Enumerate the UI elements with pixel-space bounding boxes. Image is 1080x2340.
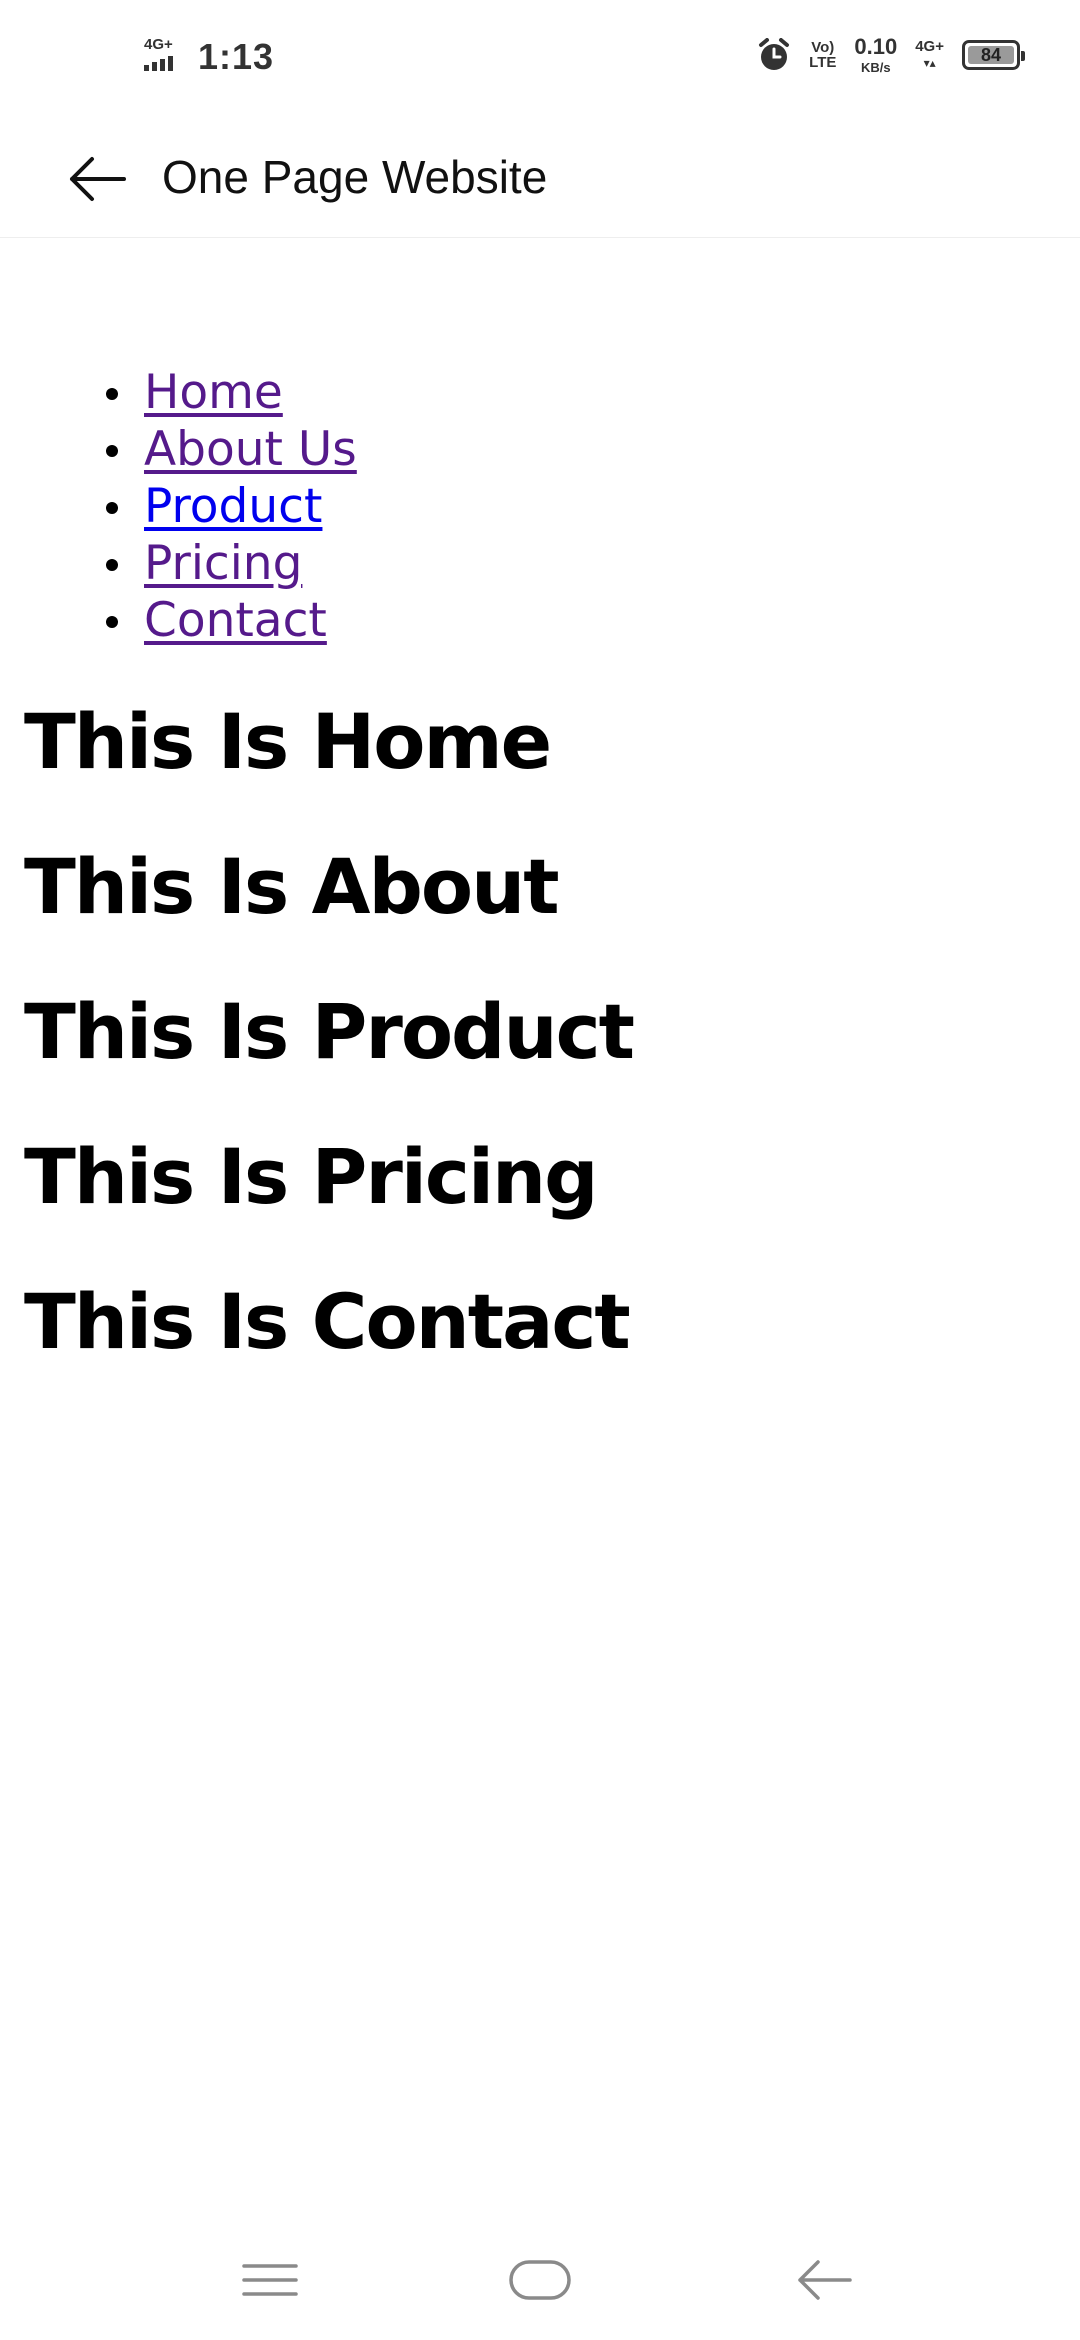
nav-link-contact[interactable]: Contact (144, 593, 327, 648)
clock-time: 1:13 (198, 36, 275, 77)
list-item: Home (0, 364, 357, 421)
menu-icon (242, 2264, 298, 2296)
volte-icon: Vo) LTE (809, 40, 836, 70)
system-nav-bar (0, 2220, 1080, 2340)
signal-icon: 4G+ (144, 37, 184, 77)
heading-contact: This Is Contact (24, 1277, 631, 1366)
nav-link-list: Home About Us Product Pricing Contact (0, 364, 357, 649)
list-item: Pricing (0, 535, 357, 592)
home-icon (509, 2260, 571, 2300)
network-type-right-label: 4G+ (915, 38, 944, 55)
home-button[interactable] (500, 2250, 580, 2310)
list-item: About Us (0, 421, 357, 478)
back-button[interactable] (62, 144, 132, 214)
status-right: Vo) LTE 0.10 KB/s 4G+ ▾▴ 84 (757, 34, 1025, 75)
back-icon (798, 2260, 852, 2300)
section-headings: This Is Home This Is About This Is Produ… (24, 697, 635, 1427)
heading-pricing: This Is Pricing (24, 1132, 599, 1221)
speed-value: 0.10 (854, 34, 898, 59)
battery-level: 84 (980, 44, 1002, 65)
battery-icon: 84 (962, 40, 1025, 70)
speed-unit: KB/s (860, 60, 891, 75)
status-left: 4G+ 1:13 (144, 36, 274, 78)
volte-top: Vo) (811, 39, 835, 56)
nav-link-pricing[interactable]: Pricing (144, 536, 302, 591)
volte-bottom: LTE (809, 54, 837, 71)
heading-product: This Is Product (24, 987, 635, 1076)
list-item: Contact (0, 592, 357, 649)
heading-home: This Is Home (24, 697, 552, 786)
heading-about: This Is About (24, 842, 560, 931)
data-arrows-icon: ▾▴ (923, 56, 936, 70)
nav-link-about-us[interactable]: About Us (144, 422, 357, 477)
nav-link-product[interactable]: Product (144, 479, 322, 534)
system-back-button[interactable] (784, 2250, 864, 2310)
recents-button[interactable] (230, 2250, 310, 2310)
alarm-icon (759, 38, 790, 70)
page-title: One Page Website (162, 151, 548, 203)
nav-link-home[interactable]: Home (144, 365, 283, 420)
network-type-left: 4G+ (144, 36, 173, 53)
app-bar: One Page Website (0, 120, 1080, 238)
status-bar: 4G+ 1:13 Vo) LTE 0.10 KB/s 4G+ ▾▴ 84 (0, 0, 1080, 120)
list-item: Product (0, 478, 357, 535)
network-speed: 0.10 KB/s (854, 34, 898, 75)
arrow-left-icon (70, 157, 126, 201)
network-type-right: 4G+ ▾▴ (915, 39, 944, 71)
